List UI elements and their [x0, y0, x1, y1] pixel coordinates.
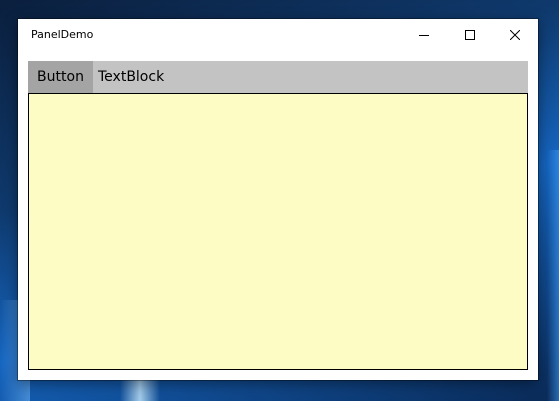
demo-button[interactable]: Button [28, 61, 93, 93]
maximize-icon [465, 29, 475, 40]
maximize-button[interactable] [447, 19, 493, 50]
content-area [28, 93, 528, 370]
app-window: PanelDemo Button TextBlock [18, 19, 538, 380]
demo-textblock: TextBlock [98, 69, 165, 85]
minimize-icon [419, 30, 429, 40]
close-icon [510, 29, 520, 40]
title-bar[interactable]: PanelDemo [18, 19, 538, 50]
minimize-button[interactable] [401, 19, 447, 50]
close-button[interactable] [492, 19, 538, 50]
window-title: PanelDemo [31, 28, 94, 41]
dock-panel: Button TextBlock [28, 61, 528, 370]
top-panel: Button TextBlock [28, 61, 528, 93]
wallpaper-light-beam [547, 150, 559, 401]
